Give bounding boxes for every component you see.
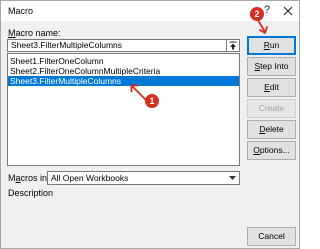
cancel-button[interactable]: Cancel <box>247 227 296 246</box>
macro-list-item-selected[interactable]: Sheet3.FilterMultipleColumns <box>8 76 239 86</box>
annotation-arrowhead-2 <box>259 26 268 34</box>
chevron-down-icon <box>229 176 236 180</box>
help-icon[interactable]: ? <box>264 4 270 16</box>
collapse-dialog-icon[interactable] <box>226 39 240 52</box>
annotation-badge-1: 1 <box>145 94 159 108</box>
macro-name-input[interactable]: Sheet3.FilterMultipleColumns <box>7 39 230 52</box>
delete-button[interactable]: Delete <box>247 120 296 139</box>
annotation-arrow-2 <box>257 19 266 33</box>
create-button[interactable]: Create <box>247 99 296 118</box>
macro-name-label: Macro name: <box>8 28 61 38</box>
description-text <box>7 199 240 223</box>
options-button[interactable]: Options... <box>247 141 296 160</box>
close-icon[interactable] <box>281 4 295 18</box>
step-into-button[interactable]: Step Into <box>247 57 296 76</box>
run-button[interactable]: Run <box>247 36 296 55</box>
macro-dialog: Macro ? Macro name: Sheet3.FilterMultipl… <box>0 0 300 249</box>
macros-in-value: All Open Workbooks <box>51 173 129 183</box>
macro-list-item[interactable]: Sheet2.FilterOneColumnMultipleCriteria <box>8 66 239 76</box>
annotation-badge-2: 2 <box>250 7 264 21</box>
dialog-title: Macro <box>8 6 34 16</box>
description-label: Description <box>8 188 54 198</box>
macro-list-item[interactable]: Sheet1.FilterOneColumn <box>8 56 239 66</box>
macros-in-select[interactable]: All Open Workbooks <box>47 171 240 185</box>
macro-list[interactable]: Sheet1.FilterOneColumn Sheet2.FilterOneC… <box>7 53 240 166</box>
macros-in-label: Macros in: <box>8 173 50 183</box>
edit-button[interactable]: Edit <box>247 78 296 97</box>
